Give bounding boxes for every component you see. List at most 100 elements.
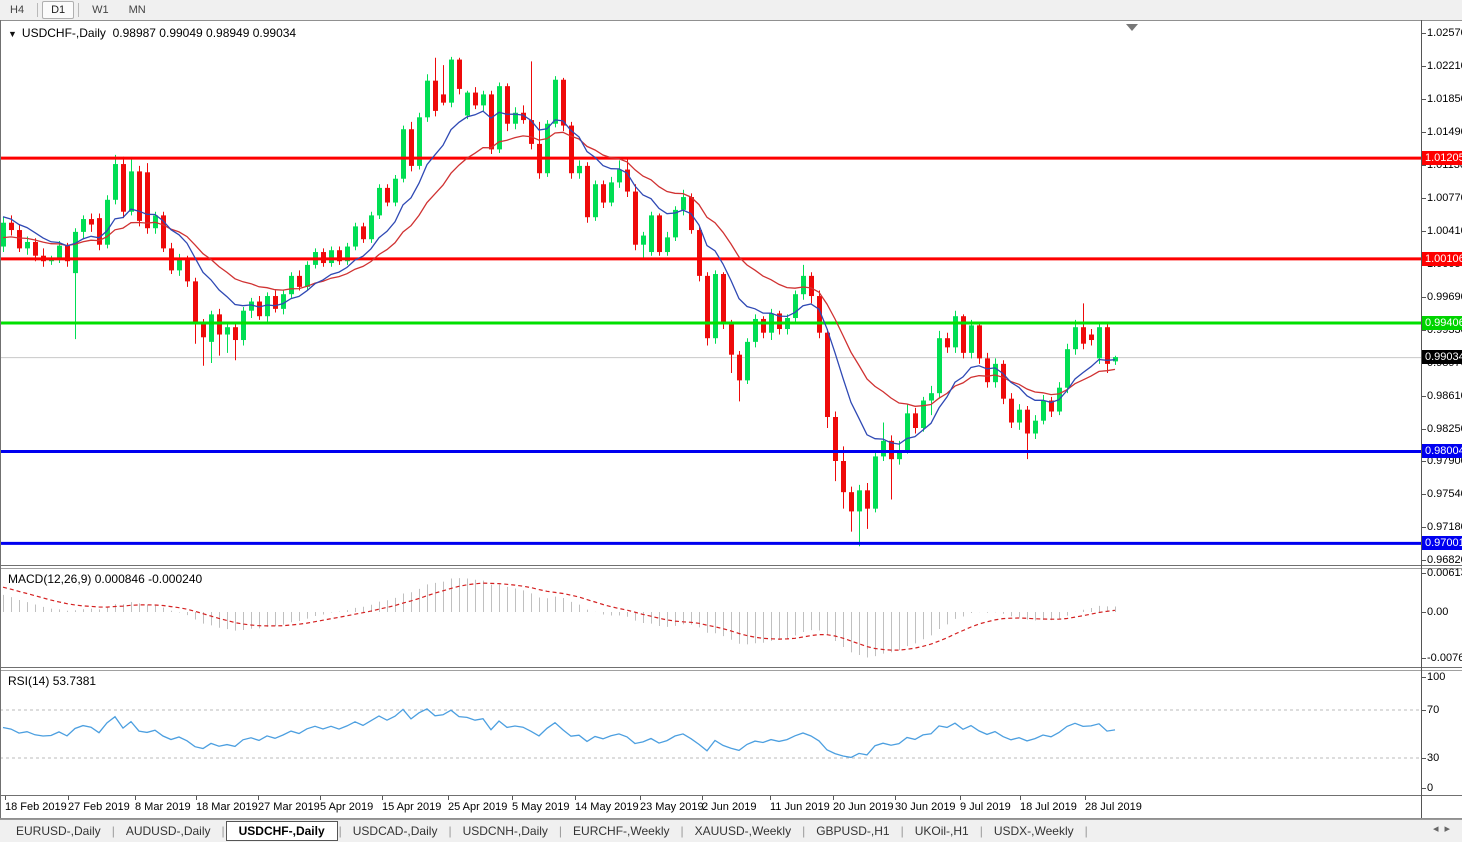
tab-scroll-right-icon[interactable]: ▸ bbox=[1444, 823, 1456, 835]
chart-tab-audusd-daily[interactable]: AUDUSD-,Daily bbox=[116, 821, 221, 841]
candle-body bbox=[353, 226, 358, 246]
candle-body bbox=[481, 94, 486, 105]
candle-body bbox=[577, 166, 582, 173]
candle-body bbox=[857, 490, 862, 511]
candle-body bbox=[993, 364, 998, 382]
current-price-tag: 0.99034 bbox=[1422, 350, 1462, 364]
chart-canvas[interactable] bbox=[0, 0, 1462, 842]
date-axis-label: 11 Jun 2019 bbox=[770, 801, 830, 813]
candle-body bbox=[657, 215, 662, 252]
macd-axis-label: -0.007612 bbox=[1427, 652, 1462, 664]
candle-body bbox=[841, 461, 846, 492]
chart-tab-usdx-weekly[interactable]: USDX-,Weekly bbox=[984, 821, 1084, 841]
candle-body bbox=[633, 192, 638, 245]
date-axis-label: 18 Feb 2019 bbox=[5, 801, 67, 813]
chart-symbol-label: USDCHF-,Daily bbox=[22, 26, 106, 40]
candle-body bbox=[1025, 410, 1030, 434]
candle-body bbox=[665, 237, 670, 252]
candle-body bbox=[265, 296, 270, 316]
candle-body bbox=[1041, 401, 1046, 421]
candle-body bbox=[201, 324, 206, 338]
candle-body bbox=[593, 184, 598, 217]
candle-body bbox=[1073, 327, 1078, 349]
candle-body bbox=[1097, 327, 1102, 358]
chart-tab-gbpusd-h1[interactable]: GBPUSD-,H1 bbox=[806, 821, 899, 841]
price-level-tag: 1.01205 bbox=[1422, 151, 1462, 165]
price-axis-label: 0.98250 bbox=[1427, 423, 1462, 435]
date-axis-label: 2 Jun 2019 bbox=[702, 801, 756, 813]
candle-body bbox=[185, 258, 190, 282]
candle-body bbox=[441, 94, 446, 102]
price-axis-label: 0.96820 bbox=[1427, 554, 1462, 566]
chart-ohlc-values: 0.98987 0.99049 0.98949 0.99034 bbox=[113, 26, 297, 40]
candle-body bbox=[913, 413, 918, 428]
chart-tab-eurchf-weekly[interactable]: EURCHF-,Weekly bbox=[563, 821, 679, 841]
macd-axis-label: 0.00613 bbox=[1427, 567, 1462, 579]
candle-body bbox=[673, 210, 678, 237]
candle-body bbox=[1009, 399, 1014, 423]
candle-body bbox=[649, 215, 654, 252]
candle-body bbox=[457, 60, 462, 89]
chart-tab-usdcnh-daily[interactable]: USDCNH-,Daily bbox=[453, 821, 558, 841]
candle-body bbox=[193, 281, 198, 323]
price-axis-label: 1.02570 bbox=[1427, 27, 1462, 39]
date-axis-label: 15 Apr 2019 bbox=[382, 801, 441, 813]
candle-body bbox=[1105, 327, 1110, 364]
candle-body bbox=[377, 188, 382, 215]
candle-body bbox=[585, 166, 590, 217]
chart-tab-eurusd-daily[interactable]: EURUSD-,Daily bbox=[6, 821, 111, 841]
tab-separator: | bbox=[1084, 824, 1089, 838]
candle-body bbox=[713, 274, 718, 338]
rsi-value: 53.7381 bbox=[53, 674, 96, 688]
candle-body bbox=[393, 179, 398, 203]
candle-body bbox=[57, 246, 62, 260]
candle-body bbox=[617, 170, 622, 183]
candle-body bbox=[497, 86, 502, 149]
tab-scroll-arrows: ◂▸ bbox=[1433, 822, 1456, 835]
price-axis-label: 1.01850 bbox=[1427, 93, 1462, 105]
candle-body bbox=[225, 327, 230, 334]
candle-body bbox=[1, 223, 6, 247]
chart-tab-xauusd-weekly[interactable]: XAUUSD-,Weekly bbox=[685, 821, 801, 841]
candle-body bbox=[113, 164, 118, 200]
mt4-window: H4D1W1MN ▼USDCHF-,Daily 0.98987 0.99049 … bbox=[0, 0, 1462, 842]
macd-axis-label: 0.00 bbox=[1427, 606, 1448, 618]
candle-body bbox=[953, 316, 958, 347]
price-axis-label: 1.00410 bbox=[1427, 225, 1462, 237]
candle-body bbox=[1089, 335, 1094, 340]
candle-body bbox=[809, 276, 814, 296]
candle-body bbox=[361, 226, 366, 239]
price-axis-label: 1.01490 bbox=[1427, 126, 1462, 138]
candle-body bbox=[73, 232, 78, 273]
price-axis-label: 1.02210 bbox=[1427, 60, 1462, 72]
candle-body bbox=[873, 456, 878, 508]
tab-scroll-left-icon[interactable]: ◂ bbox=[1433, 823, 1445, 835]
price-axis-label: 0.99690 bbox=[1427, 291, 1462, 303]
candle-body bbox=[9, 223, 14, 230]
date-axis-label: 9 Jul 2019 bbox=[960, 801, 1011, 813]
chart-shift-marker bbox=[1126, 24, 1138, 31]
chart-tab-usdchf-daily[interactable]: USDCHF-,Daily bbox=[226, 821, 338, 841]
chart-tab-ukoil-h1[interactable]: UKOil-,H1 bbox=[905, 821, 979, 841]
macd-signal-value: -0.000240 bbox=[148, 572, 202, 586]
date-axis-label: 20 Jun 2019 bbox=[833, 801, 894, 813]
date-axis-label: 5 May 2019 bbox=[512, 801, 569, 813]
candle-body bbox=[385, 188, 390, 203]
candle-body bbox=[985, 358, 990, 382]
price-level-tag: 0.97001 bbox=[1422, 536, 1462, 550]
candle-body bbox=[977, 325, 982, 358]
candle-body bbox=[273, 296, 278, 309]
candle-body bbox=[545, 124, 550, 173]
candle-body bbox=[241, 311, 246, 340]
candle-body bbox=[761, 319, 766, 333]
chart-dropdown-icon[interactable]: ▼ bbox=[8, 29, 17, 39]
macd-value: 0.000846 bbox=[95, 572, 145, 586]
chart-tab-usdcad-daily[interactable]: USDCAD-,Daily bbox=[343, 821, 448, 841]
candle-body bbox=[921, 401, 926, 428]
candle-body bbox=[1081, 327, 1086, 343]
candle-body bbox=[1033, 421, 1038, 434]
candle-body bbox=[969, 325, 974, 352]
candle-body bbox=[849, 492, 854, 511]
candle-body bbox=[697, 230, 702, 276]
candle-body bbox=[1001, 364, 1006, 399]
